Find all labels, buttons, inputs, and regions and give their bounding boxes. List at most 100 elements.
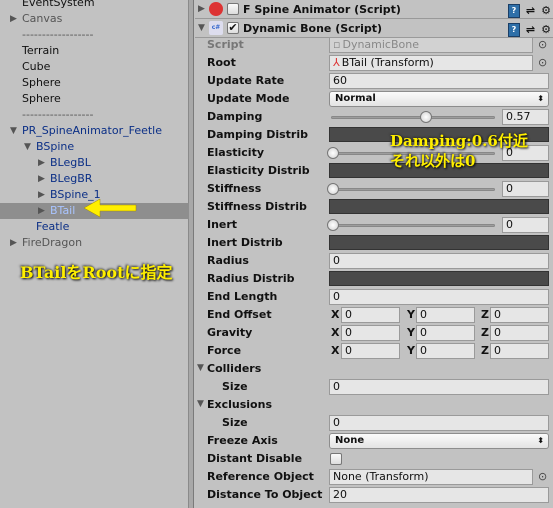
x-value-field[interactable]: 0 — [341, 343, 400, 359]
object-picker-icon[interactable]: ⊙ — [538, 38, 547, 51]
slider-value-field[interactable]: 0 — [502, 181, 549, 197]
property-label: Update Rate — [207, 74, 285, 87]
dropdown[interactable]: None ⬍ — [329, 433, 549, 449]
hierarchy-item[interactable]: ------------------ — [0, 27, 189, 43]
object-field[interactable]: None (Transform) — [329, 469, 533, 485]
property-label: Stiffness Distrib — [207, 200, 307, 213]
expand-right-icon[interactable]: ▶ — [38, 187, 45, 203]
hierarchy-item-label: ------------------ — [22, 108, 94, 121]
expand-right-icon[interactable]: ▶ — [10, 11, 17, 27]
property-label[interactable]: Colliders — [207, 362, 261, 375]
hierarchy-item[interactable]: Terrain — [0, 43, 189, 59]
expand-right-icon[interactable]: ▶ — [198, 0, 205, 19]
property-label: Stiffness — [207, 182, 262, 195]
value-field[interactable]: 0 — [329, 289, 549, 305]
slider-knob[interactable] — [327, 219, 339, 231]
hierarchy-item-label: Featle — [36, 220, 70, 233]
expand-right-icon[interactable]: ▶ — [10, 235, 17, 251]
hierarchy-item-label: BLegBR — [50, 172, 93, 185]
component-enabled-checkbox[interactable] — [227, 3, 239, 15]
expand-right-icon[interactable]: ▶ — [38, 171, 45, 187]
expand-down-icon[interactable]: ▼ — [197, 399, 204, 409]
slider-knob[interactable] — [327, 183, 339, 195]
object-field[interactable]: ⅄ BTail (Transform) — [329, 55, 533, 71]
property-label: End Offset — [207, 308, 272, 321]
property-row-freeze-axis: Freeze Axis None ⬍ — [195, 432, 553, 450]
y-value-field[interactable]: 0 — [416, 307, 475, 323]
preset-icon[interactable]: ⇌ — [526, 1, 535, 20]
slider-track[interactable] — [331, 188, 495, 191]
hierarchy-item[interactable]: ▼ BSpine — [0, 139, 189, 155]
dropdown[interactable]: Normal ⬍ — [329, 91, 549, 107]
help-book-icon[interactable]: ? — [507, 22, 520, 37]
y-value-field[interactable]: 0 — [416, 343, 475, 359]
hierarchy-item[interactable]: ------------------ — [0, 107, 189, 123]
hierarchy-item[interactable]: Sphere — [0, 75, 189, 91]
expand-down-icon[interactable]: ▼ — [10, 123, 17, 139]
gear-icon[interactable]: ⚙ — [541, 1, 551, 20]
value-field[interactable]: 60 — [329, 73, 549, 89]
expand-right-icon[interactable]: ▶ — [38, 155, 45, 171]
property-label: Elasticity — [207, 146, 265, 159]
hierarchy-item[interactable]: Featle — [0, 219, 189, 235]
slider-knob[interactable] — [419, 111, 432, 123]
slider-track[interactable] — [331, 116, 495, 119]
hierarchy-item[interactable]: ▶ Canvas — [0, 11, 189, 27]
expand-down-icon[interactable]: ▼ — [197, 363, 204, 373]
hierarchy-item[interactable]: Cube — [0, 59, 189, 75]
expand-right-icon[interactable]: ▶ — [38, 203, 45, 219]
inspector-panel: ▶ F Spine Animator (Script)? ⇌ ⚙ ▼ c# ✔ Dynamic… — [195, 0, 553, 508]
z-value-field[interactable]: 0 — [490, 307, 549, 323]
value-field[interactable]: 0 — [329, 379, 549, 395]
script-file-icon: ▫ — [333, 38, 341, 51]
slider-track[interactable] — [331, 224, 495, 227]
value-field[interactable]: 20 — [329, 487, 549, 503]
x-value-field[interactable]: 0 — [341, 307, 400, 323]
hierarchy-panel: EventSystem ▶ Canvas ------------------ Terr… — [0, 0, 189, 508]
dropdown-value: Normal — [335, 93, 376, 104]
hierarchy-item[interactable]: ▼ PR_SpineAnimator_Feetle — [0, 123, 189, 139]
annotation-line-1: Damping:0.6付近 — [390, 132, 528, 150]
slider-value-field[interactable]: 0.57 — [502, 109, 549, 125]
expand-down-icon[interactable]: ▼ — [24, 139, 31, 155]
curve-field[interactable] — [329, 235, 549, 250]
value-field[interactable]: 0 — [329, 415, 549, 431]
property-label: Distant Disable — [207, 452, 303, 465]
slider-knob[interactable] — [327, 147, 339, 159]
component-header[interactable]: ▶ F Spine Animator (Script)? ⇌ ⚙ — [195, 0, 553, 19]
property-row-update-mode: Update Mode Normal ⬍ — [195, 90, 553, 108]
x-value-field[interactable]: 0 — [341, 325, 400, 341]
help-book-icon[interactable]: ? — [507, 3, 520, 18]
value-field[interactable]: 0 — [329, 253, 549, 269]
hierarchy-item[interactable]: EventSystem — [0, 0, 189, 11]
component-enabled-checkbox[interactable]: ✔ — [227, 22, 239, 34]
curve-field[interactable] — [329, 271, 549, 286]
object-picker-icon[interactable]: ⊙ — [538, 470, 547, 483]
curve-field[interactable] — [329, 199, 549, 214]
property-row-size: Size 0 — [195, 414, 553, 432]
z-value-field[interactable]: 0 — [490, 343, 549, 359]
property-label: Force — [207, 344, 242, 357]
hierarchy-item[interactable]: ▶ BLegBR — [0, 171, 189, 187]
object-field[interactable]: ▫ DynamicBone — [329, 37, 533, 53]
yellow-arrow-annotation — [84, 198, 137, 218]
slider-value-field[interactable]: 0 — [502, 217, 549, 233]
property-row-gravity: Gravity X 0 Y 0 Z 0 — [195, 324, 553, 342]
property-row-stiffness: Stiffness 0 — [195, 180, 553, 198]
property-row-damping: Damping 0.57 — [195, 108, 553, 126]
object-field-value: None (Transform) — [333, 470, 429, 483]
property-row-radius: Radius 0 — [195, 252, 553, 270]
object-picker-icon[interactable]: ⊙ — [538, 56, 547, 69]
hierarchy-item[interactable]: Sphere — [0, 91, 189, 107]
hierarchy-item[interactable]: ▶ BLegBL — [0, 155, 189, 171]
property-row-size: Size 0 — [195, 378, 553, 396]
panel-divider[interactable] — [189, 0, 194, 508]
checkbox[interactable] — [330, 453, 342, 465]
hierarchy-item-label: BTail — [50, 204, 76, 217]
y-value-field[interactable]: 0 — [416, 325, 475, 341]
z-value-field[interactable]: 0 — [490, 325, 549, 341]
annotation-line-2: それ以外は0 — [390, 152, 476, 170]
hierarchy-item-label: Terrain — [22, 44, 60, 57]
hierarchy-item[interactable]: ▶ FireDragon — [0, 235, 189, 251]
property-label[interactable]: Exclusions — [207, 398, 272, 411]
